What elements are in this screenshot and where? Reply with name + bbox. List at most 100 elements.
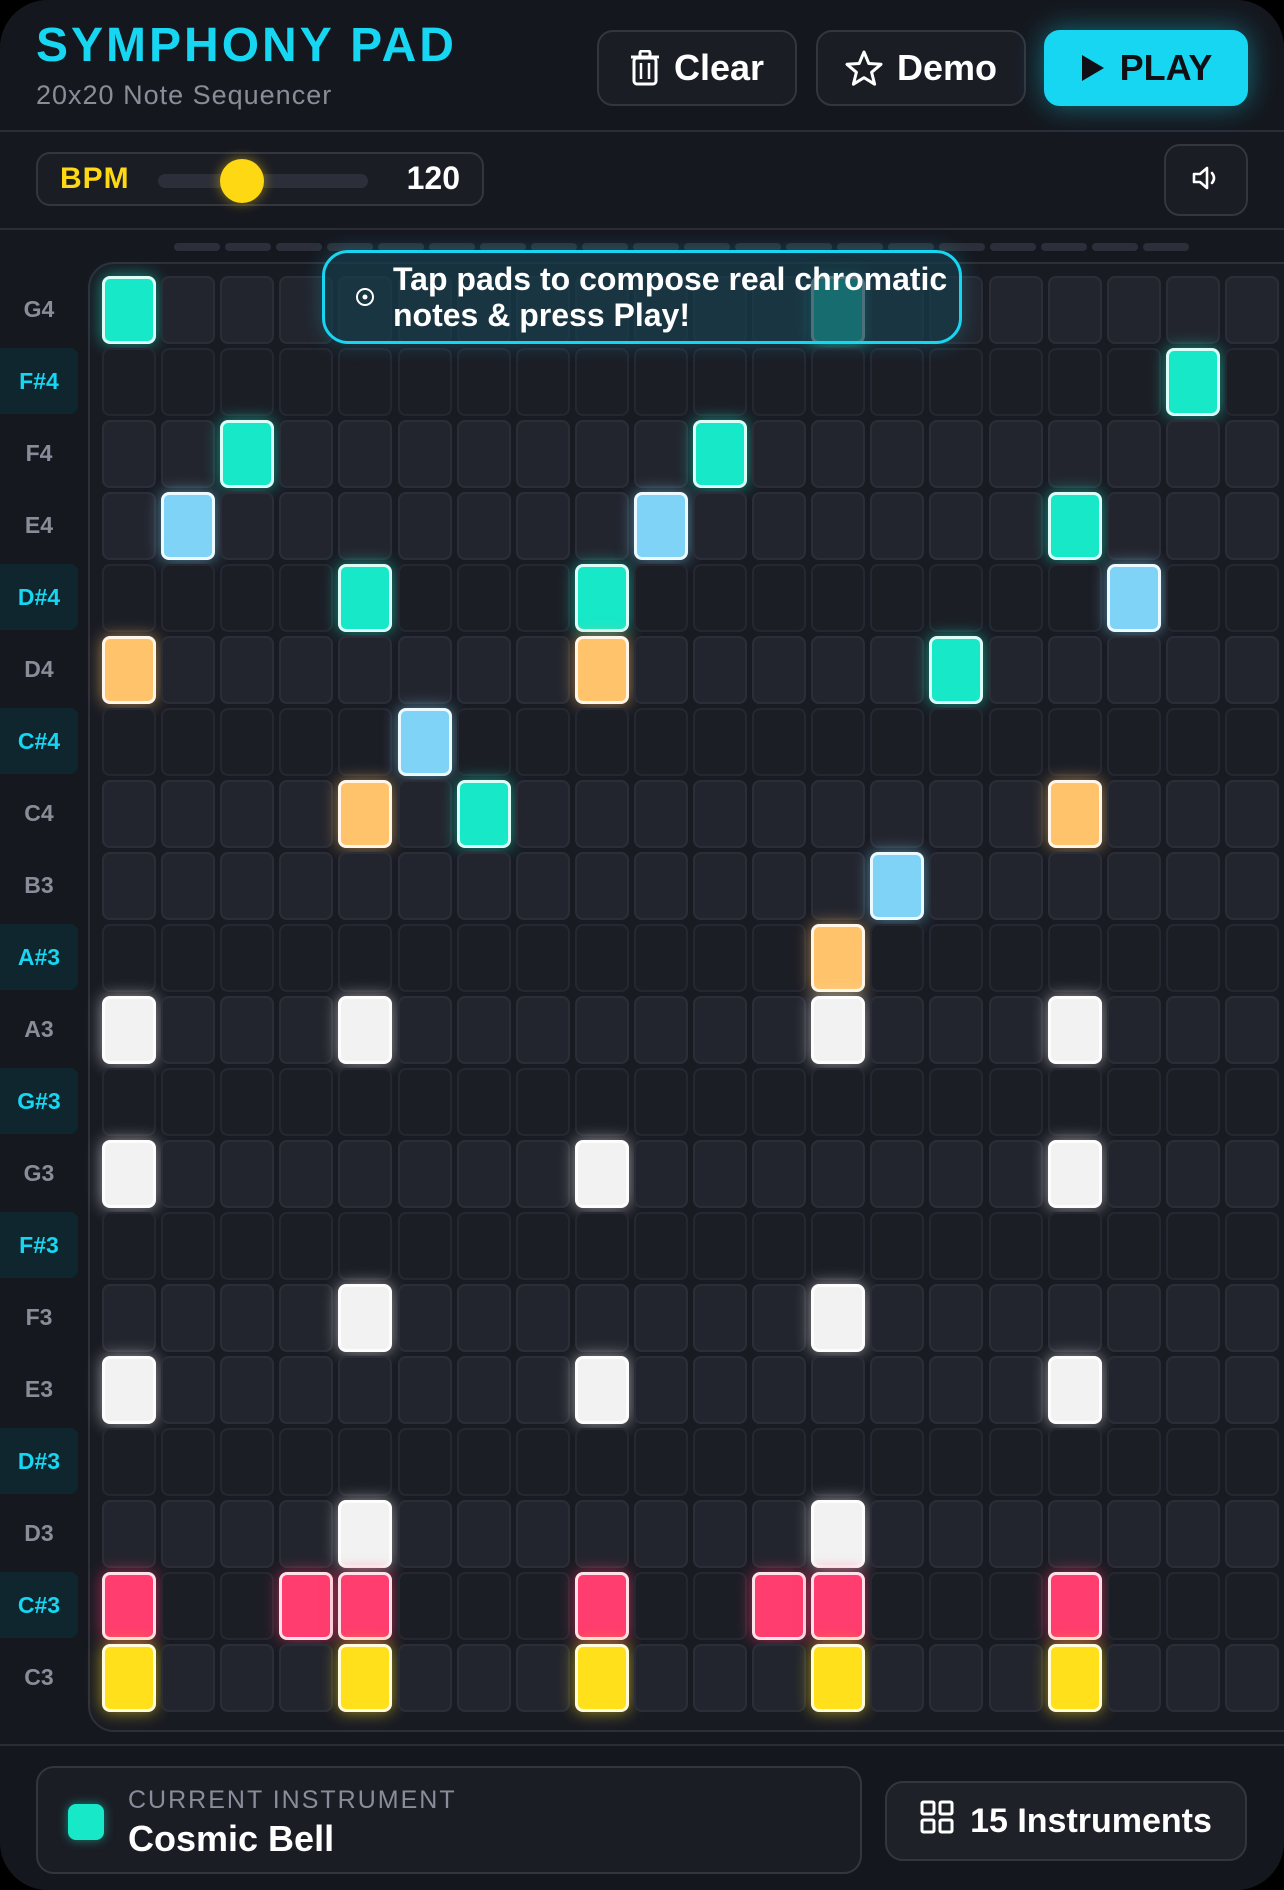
note-pad[interactable] <box>161 564 216 632</box>
note-pad[interactable] <box>397 636 452 704</box>
note-pad[interactable] <box>811 1212 866 1280</box>
note-pad[interactable] <box>1165 420 1220 488</box>
note-pad[interactable] <box>633 1284 688 1352</box>
note-pad[interactable] <box>397 1572 452 1640</box>
note-pad[interactable] <box>102 1140 156 1208</box>
note-pad[interactable] <box>102 492 156 560</box>
note-pad[interactable] <box>515 708 570 776</box>
note-pad[interactable] <box>811 1500 866 1568</box>
note-pad[interactable] <box>397 1140 452 1208</box>
note-pad[interactable] <box>1106 1644 1161 1712</box>
note-pad[interactable] <box>1106 1068 1161 1136</box>
note-pad[interactable] <box>633 1500 688 1568</box>
note-pad[interactable] <box>811 1644 866 1712</box>
note-pad[interactable] <box>279 1644 334 1712</box>
note-pad[interactable] <box>515 348 570 416</box>
note-pad[interactable] <box>988 420 1043 488</box>
note-pad[interactable] <box>1165 564 1220 632</box>
note-pad[interactable] <box>988 1284 1043 1352</box>
note-pad[interactable] <box>870 1284 925 1352</box>
note-pad[interactable] <box>279 348 334 416</box>
note-pad[interactable] <box>161 492 216 560</box>
note-pad[interactable] <box>161 1284 216 1352</box>
note-pad[interactable] <box>397 1068 452 1136</box>
note-pad[interactable] <box>220 1428 275 1496</box>
note-pad[interactable] <box>752 636 807 704</box>
note-pad[interactable] <box>752 1068 807 1136</box>
note-pad[interactable] <box>752 780 807 848</box>
note-pad[interactable] <box>1165 924 1220 992</box>
note-pad[interactable] <box>515 924 570 992</box>
note-pad[interactable] <box>397 564 452 632</box>
note-pad[interactable] <box>988 636 1043 704</box>
note-pad[interactable] <box>988 1356 1043 1424</box>
note-pad[interactable] <box>693 1428 747 1496</box>
note-pad[interactable] <box>1165 1284 1220 1352</box>
note-pad[interactable] <box>338 1068 393 1136</box>
note-pad[interactable] <box>515 1284 570 1352</box>
note-pad[interactable] <box>693 1212 747 1280</box>
note-pad[interactable] <box>574 1140 629 1208</box>
note-pad[interactable] <box>220 276 275 344</box>
note-pad[interactable] <box>220 1212 275 1280</box>
note-pad[interactable] <box>574 1356 629 1424</box>
note-pad[interactable] <box>102 1212 156 1280</box>
note-pad[interactable] <box>1224 996 1279 1064</box>
note-pad[interactable] <box>515 636 570 704</box>
note-pad[interactable] <box>1047 996 1102 1064</box>
note-pad[interactable] <box>338 1644 393 1712</box>
note-pad[interactable] <box>929 1068 984 1136</box>
note-pad[interactable] <box>633 1644 688 1712</box>
note-pad[interactable] <box>988 348 1043 416</box>
note-pad[interactable] <box>1165 780 1220 848</box>
note-pad[interactable] <box>161 348 216 416</box>
note-pad[interactable] <box>1106 348 1161 416</box>
note-pad[interactable] <box>988 1212 1043 1280</box>
note-pad[interactable] <box>1224 564 1279 632</box>
note-pad[interactable] <box>338 636 393 704</box>
note-pad[interactable] <box>574 996 629 1064</box>
note-pad[interactable] <box>1047 1284 1102 1352</box>
note-pad[interactable] <box>161 1068 216 1136</box>
note-pad[interactable] <box>456 708 511 776</box>
note-pad[interactable] <box>338 1428 393 1496</box>
note-pad[interactable] <box>929 636 984 704</box>
note-pad[interactable] <box>988 564 1043 632</box>
note-pad[interactable] <box>929 1140 984 1208</box>
note-pad[interactable] <box>693 996 747 1064</box>
note-pad[interactable] <box>870 1500 925 1568</box>
note-pad[interactable] <box>574 1068 629 1136</box>
note-pad[interactable] <box>338 708 393 776</box>
note-pad[interactable] <box>1106 708 1161 776</box>
note-pad[interactable] <box>752 852 807 920</box>
note-pad[interactable] <box>338 996 393 1064</box>
note-pad[interactable] <box>515 564 570 632</box>
note-pad[interactable] <box>574 348 629 416</box>
note-pad[interactable] <box>870 1212 925 1280</box>
note-pad[interactable] <box>397 708 452 776</box>
note-pad[interactable] <box>1047 852 1102 920</box>
note-pad[interactable] <box>279 1212 334 1280</box>
note-pad[interactable] <box>1106 852 1161 920</box>
note-pad[interactable] <box>397 924 452 992</box>
note-pad[interactable] <box>161 708 216 776</box>
note-pad[interactable] <box>1224 1356 1279 1424</box>
note-pad[interactable] <box>397 1284 452 1352</box>
note-pad[interactable] <box>1047 636 1102 704</box>
note-pad[interactable] <box>456 924 511 992</box>
note-pad[interactable] <box>811 1140 866 1208</box>
note-pad[interactable] <box>811 636 866 704</box>
note-pad[interactable] <box>1106 636 1161 704</box>
note-pad[interactable] <box>574 420 629 488</box>
note-pad[interactable] <box>1106 1284 1161 1352</box>
note-pad[interactable] <box>693 780 747 848</box>
note-pad[interactable] <box>397 492 452 560</box>
note-pad[interactable] <box>1047 924 1102 992</box>
note-pad[interactable] <box>988 1500 1043 1568</box>
instruments-button[interactable]: 15 Instruments <box>885 1781 1247 1861</box>
note-pad[interactable] <box>693 420 747 488</box>
note-pad[interactable] <box>397 996 452 1064</box>
note-pad[interactable] <box>870 708 925 776</box>
note-pad[interactable] <box>397 1356 452 1424</box>
note-pad[interactable] <box>574 1500 629 1568</box>
